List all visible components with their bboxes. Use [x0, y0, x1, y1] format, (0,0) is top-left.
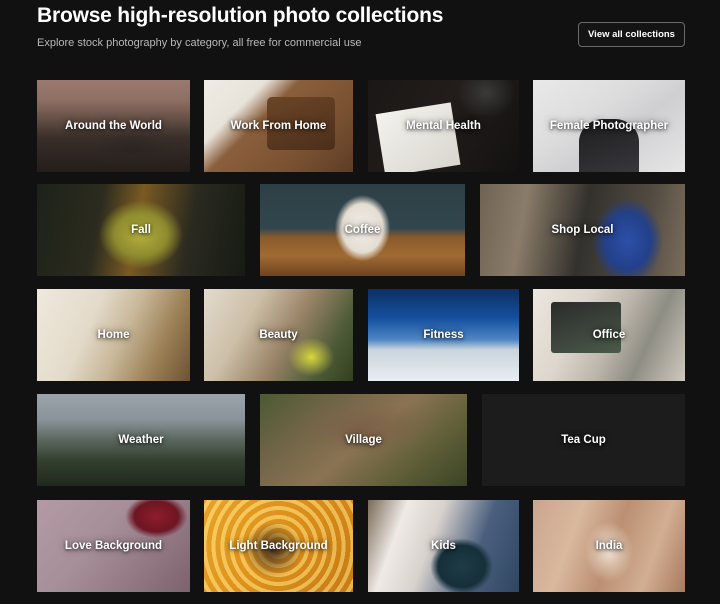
collection-tile-label: Kids — [431, 540, 456, 552]
collection-tile[interactable]: Kids — [368, 500, 519, 592]
collection-tile[interactable]: Weather — [37, 394, 245, 486]
collection-tile-label: Beauty — [259, 329, 298, 341]
collection-tile-label: Light Background — [229, 540, 328, 552]
collection-tile[interactable]: Fall — [37, 184, 245, 276]
collection-tile-label: Around the World — [65, 120, 162, 132]
collection-tile[interactable]: Fitness — [368, 289, 519, 381]
collection-tile-label: Home — [97, 329, 130, 341]
collection-tile-label: Office — [592, 329, 626, 341]
collection-tile-label: Tea Cup — [561, 434, 606, 446]
collection-tile[interactable]: Light Background — [204, 500, 353, 592]
collection-tile[interactable]: Village — [260, 394, 467, 486]
collection-tile-label: Coffee — [344, 224, 381, 236]
collection-tile-label: Work From Home — [230, 120, 327, 132]
photo-collections-page: Browse high-resolution photo collections… — [0, 0, 720, 604]
collection-tile-label: Village — [345, 434, 382, 446]
collection-tile-label: Mental Health — [406, 120, 481, 132]
collection-tile[interactable]: Home — [37, 289, 190, 381]
collection-tile[interactable]: Around the World — [37, 80, 190, 172]
collection-tile-label: Shop Local — [551, 224, 614, 236]
collection-tile[interactable]: Female Photographer — [533, 80, 685, 172]
collection-tile-label: Female Photographer — [549, 120, 669, 132]
collection-tile[interactable]: Tea Cup — [482, 394, 685, 486]
collection-tile[interactable]: Work From Home — [204, 80, 353, 172]
collection-tile[interactable]: Mental Health — [368, 80, 519, 172]
collection-tile[interactable]: Coffee — [260, 184, 465, 276]
collection-tile[interactable]: Love Background — [37, 500, 190, 592]
collection-tile-label: Fitness — [423, 329, 464, 341]
collection-tile[interactable]: Office — [533, 289, 685, 381]
collection-tile[interactable]: India — [533, 500, 685, 592]
collection-tile-label: Weather — [118, 434, 164, 446]
collection-tile-label: Fall — [131, 224, 151, 236]
collection-tile[interactable]: Shop Local — [480, 184, 685, 276]
collection-tile-label: Love Background — [64, 540, 163, 552]
collection-tile-label: India — [595, 540, 623, 552]
collection-grid: Around the World Work From Home Mental Hea… — [0, 0, 720, 604]
collection-tile[interactable]: Beauty — [204, 289, 353, 381]
